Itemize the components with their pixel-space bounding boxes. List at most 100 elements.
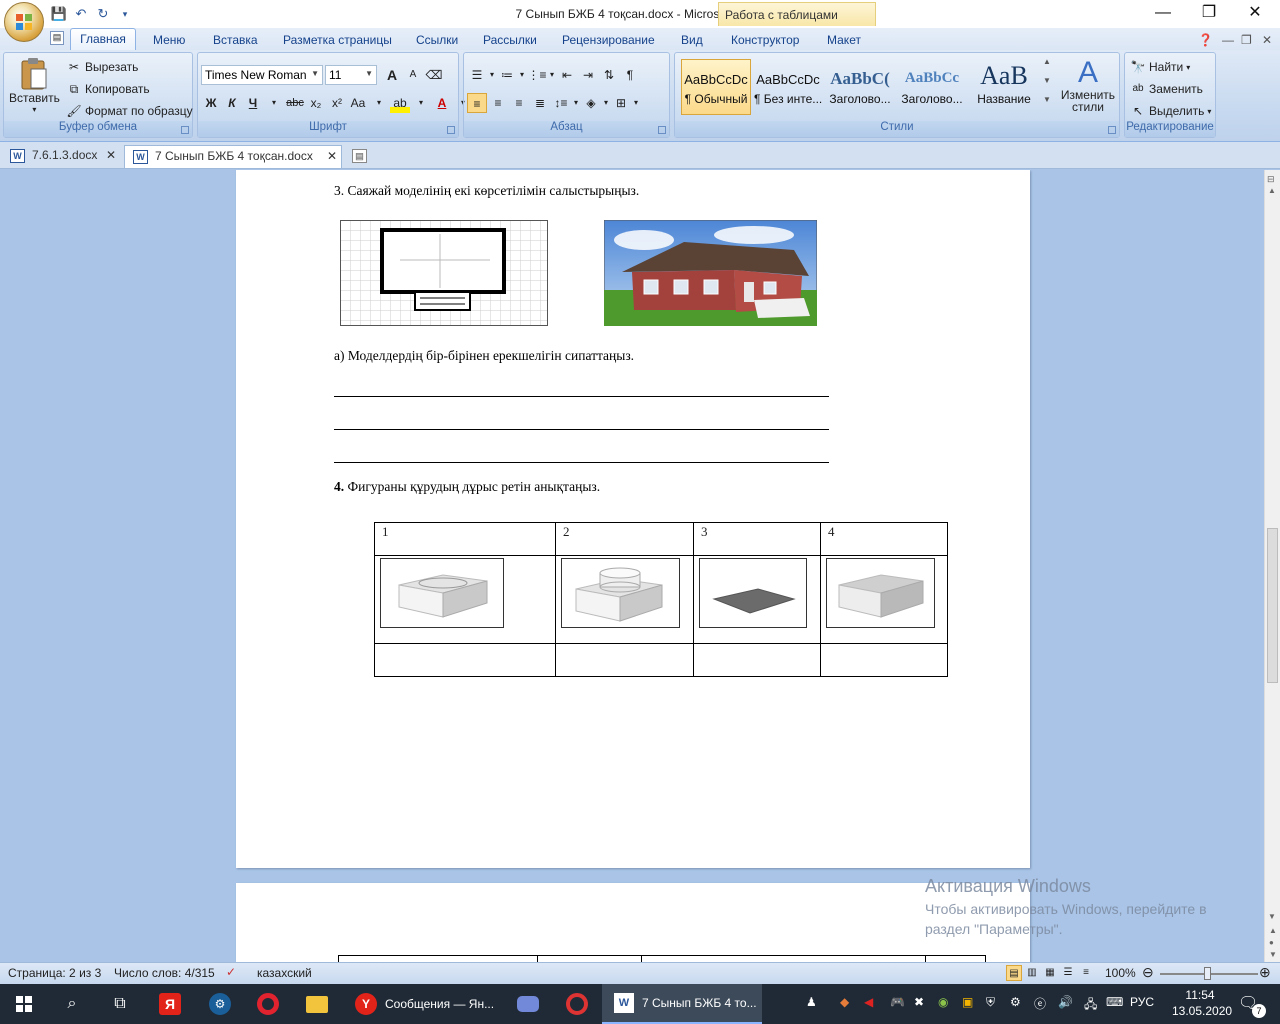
outline-icon[interactable]: ☰: [1060, 965, 1076, 981]
tray-app-icon[interactable]: ⓔ: [1034, 995, 1046, 1012]
doc-tab-1[interactable]: W 7.6.1.3.docx ✕: [2, 145, 120, 168]
bullets-icon[interactable]: ☰: [467, 65, 487, 85]
clear-format-icon[interactable]: ⌫: [424, 65, 444, 85]
increase-indent-icon[interactable]: ⇥: [578, 65, 598, 85]
close-icon[interactable]: ✕: [327, 149, 337, 163]
more-icon[interactable]: ▼: [1041, 95, 1053, 104]
steam-tray-icon[interactable]: ⚙: [1010, 995, 1021, 1009]
highlight-dropdown-icon[interactable]: ▾: [411, 93, 431, 113]
clock[interactable]: 11:54 13.05.2020: [1172, 988, 1232, 1018]
yandex-icon[interactable]: Я: [146, 984, 194, 1024]
scroll-up-icon[interactable]: ▲: [1041, 57, 1053, 66]
print-layout-icon[interactable]: ▤: [1006, 965, 1022, 981]
scrollbar-thumb[interactable]: [1267, 528, 1278, 683]
ruler-toggle-icon[interactable]: ⊟: [1267, 174, 1275, 185]
taskbar-app-messages[interactable]: Y Сообщения — Ян...: [343, 984, 503, 1024]
borders-icon[interactable]: ⊞: [611, 93, 631, 113]
task-view-icon[interactable]: ⧉: [96, 984, 144, 1024]
superscript-button[interactable]: x²: [327, 93, 347, 113]
font-color-icon[interactable]: A: [432, 93, 452, 113]
replace-button[interactable]: ab Заменить: [1130, 81, 1203, 97]
chevron-down-icon[interactable]: ▾: [488, 65, 496, 85]
next-page-table[interactable]: [338, 955, 986, 962]
table-cell[interactable]: [555, 643, 694, 677]
change-case-button[interactable]: Aa: [348, 93, 368, 113]
style-no-spacing[interactable]: AaBbCcDc ¶ Без инте...: [753, 59, 823, 115]
underline-button[interactable]: Ч: [243, 93, 263, 113]
highlight-icon[interactable]: ab: [390, 93, 410, 113]
office-button[interactable]: [4, 2, 44, 42]
zoom-level[interactable]: 100%: [1105, 966, 1136, 980]
language-indicator[interactable]: РУС: [1130, 995, 1154, 1009]
underline-dropdown-icon[interactable]: ▾: [264, 93, 284, 113]
style-title[interactable]: AaB Название: [969, 59, 1039, 115]
minimize-button[interactable]: —: [1140, 0, 1186, 28]
table-cell[interactable]: 4: [820, 522, 948, 556]
scroll-down-icon[interactable]: ▼: [1268, 912, 1276, 921]
opera-icon[interactable]: [244, 984, 292, 1024]
tab-view[interactable]: Вид: [681, 31, 703, 49]
tab-mailings[interactable]: Рассылки: [483, 31, 537, 49]
next-page-icon[interactable]: ▼: [1269, 950, 1277, 959]
shrink-font-button[interactable]: A: [403, 65, 423, 85]
subscript-button[interactable]: x₂: [306, 93, 326, 113]
prev-page-icon[interactable]: ▲: [1269, 926, 1277, 935]
tray-app-icon[interactable]: ✖: [914, 995, 924, 1009]
document-page[interactable]: 3. Саяжай моделінің екі көрсетілімін сал…: [236, 170, 1030, 868]
sort-icon[interactable]: ⇅: [599, 65, 619, 85]
tray-game-icon[interactable]: 🎮: [890, 995, 905, 1009]
tab-layout[interactable]: Макет: [827, 31, 861, 49]
answer-line[interactable]: [334, 462, 829, 463]
chevron-down-icon[interactable]: ▾: [518, 65, 526, 85]
align-center-icon[interactable]: ≡: [488, 93, 508, 113]
keyboard-icon[interactable]: ⌨: [1106, 995, 1123, 1009]
table-cell[interactable]: 1: [374, 522, 556, 556]
tab-menu[interactable]: Меню: [153, 31, 185, 49]
font-size-combo[interactable]: 11 ▼: [325, 65, 377, 85]
style-heading-2[interactable]: AaBbCc Заголово...: [897, 59, 967, 115]
table-cell[interactable]: 3: [693, 522, 821, 556]
pilcrow-icon[interactable]: ¶: [620, 65, 640, 85]
tray-app-icon[interactable]: ▣: [962, 995, 973, 1009]
select-button[interactable]: ↖ Выделить ▾: [1130, 103, 1211, 119]
ribbon-close-icon[interactable]: ✕: [1262, 31, 1272, 49]
cut-button[interactable]: ✂ Вырезать: [66, 59, 138, 75]
style-heading-1[interactable]: AaBbC( Заголово...: [825, 59, 895, 115]
table-cell[interactable]: [374, 555, 556, 644]
tab-review[interactable]: Рецензирование: [562, 31, 655, 49]
tray-app-icon[interactable]: ◆: [840, 995, 849, 1009]
language-indicator[interactable]: казахский: [257, 966, 312, 980]
steam-icon[interactable]: ⚙: [196, 984, 244, 1024]
strikethrough-button[interactable]: abc: [285, 93, 305, 113]
styles-dialog-launcher[interactable]: [1108, 126, 1116, 134]
format-painter-button[interactable]: 🖌 Формат по образцу: [66, 103, 192, 119]
restore-button[interactable]: ❐: [1186, 0, 1232, 28]
chevron-down-icon[interactable]: ▾: [632, 93, 640, 113]
table-cell[interactable]: [693, 555, 821, 644]
clipboard-dialog-launcher[interactable]: [181, 126, 189, 134]
align-right-icon[interactable]: ≡: [509, 93, 529, 113]
browse-object-icon[interactable]: ●: [1269, 938, 1274, 947]
taskbar-app-word[interactable]: W 7 Сынып БЖБ 4 то...: [602, 984, 762, 1024]
zoom-slider-thumb[interactable]: [1204, 967, 1211, 980]
style-normal[interactable]: AaBbCcDc ¶ Обычный: [681, 59, 751, 115]
table-cell[interactable]: [555, 555, 694, 644]
ribbon-restore-icon[interactable]: ❐: [1241, 31, 1252, 49]
table-cell[interactable]: [693, 643, 821, 677]
close-button[interactable]: ✕: [1232, 0, 1278, 28]
search-icon[interactable]: ⌕: [48, 984, 96, 1024]
shading-icon[interactable]: ◈: [581, 93, 601, 113]
help-icon[interactable]: ❓: [1198, 31, 1213, 49]
network-icon[interactable]: 🖧: [1084, 995, 1097, 1016]
tab-page-layout[interactable]: Разметка страницы: [283, 31, 392, 49]
answer-line[interactable]: [334, 396, 829, 397]
styles-scroll[interactable]: ▲ ▼ ▼: [1041, 57, 1053, 117]
menu-tab-icon[interactable]: ▤: [50, 31, 64, 45]
line-spacing-icon[interactable]: ↕≡: [551, 93, 571, 113]
chevron-down-icon[interactable]: ▾: [602, 93, 610, 113]
file-explorer-icon[interactable]: [293, 984, 341, 1024]
table-cell[interactable]: [374, 643, 556, 677]
discord-icon[interactable]: [504, 984, 552, 1024]
tab-design[interactable]: Конструктор: [731, 31, 799, 49]
copy-button[interactable]: ⧉ Копировать: [66, 81, 150, 97]
